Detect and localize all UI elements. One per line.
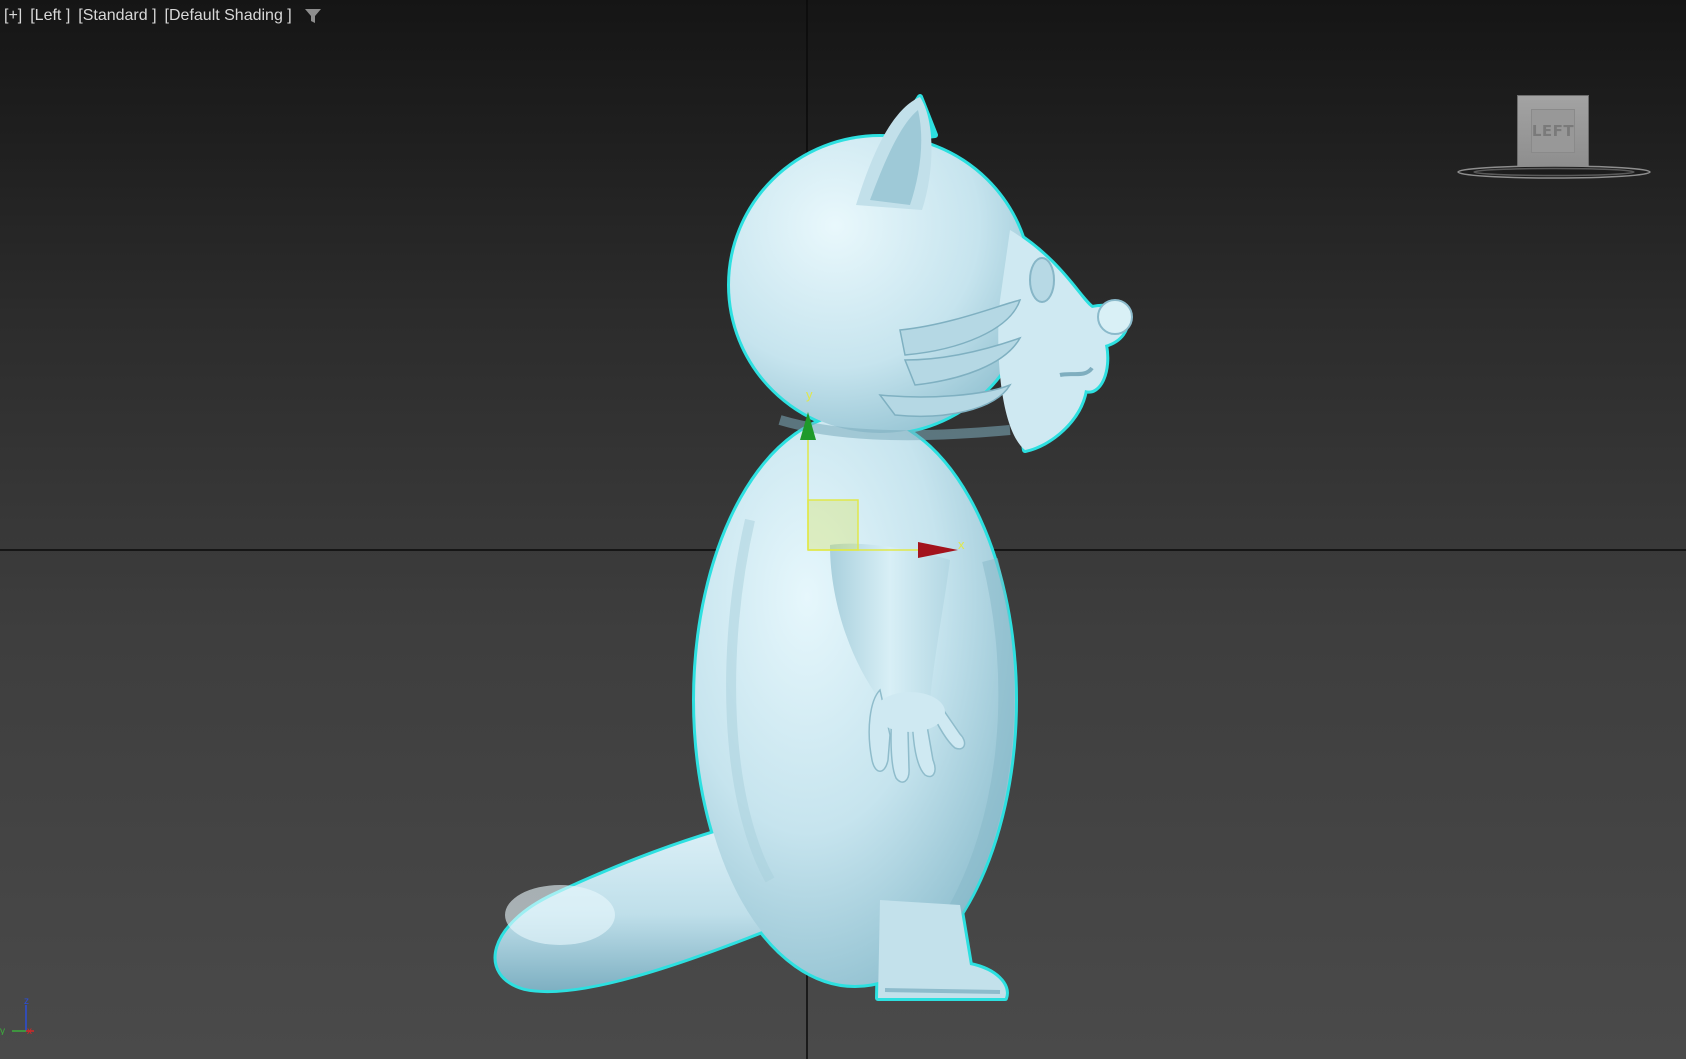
gizmo-x-label: x: [958, 537, 965, 552]
world-axis-x-label: x: [27, 1026, 32, 1035]
viewport-left[interactable]: [+] [Left ] [Standard ] [Default Shading…: [0, 0, 1686, 1059]
world-axis-y-label: y: [0, 1026, 5, 1035]
viewcube[interactable]: LEFT: [1452, 90, 1652, 190]
viewcube-face-label: LEFT: [1531, 122, 1575, 140]
eye: [1029, 257, 1055, 303]
viewport-shading-menu[interactable]: [Default Shading ]: [165, 7, 292, 25]
filter-icon[interactable]: [304, 7, 322, 25]
foot: [878, 900, 1006, 998]
viewport-view-menu[interactable]: [Left ]: [30, 7, 70, 25]
gizmo-y-label: y: [806, 387, 813, 402]
viewcube-face-inner: LEFT: [1531, 109, 1575, 153]
viewport-mode-menu[interactable]: [Standard ]: [78, 7, 156, 25]
nose: [1097, 299, 1133, 335]
world-axis-z-label: z: [24, 996, 29, 1007]
viewport-label-menu: [+] [Left ] [Standard ] [Default Shading…: [4, 5, 322, 27]
viewport-general-menu[interactable]: [+]: [4, 7, 22, 25]
scene-canvas[interactable]: y x: [0, 0, 1686, 1059]
viewcube-face-left[interactable]: LEFT: [1517, 95, 1589, 167]
gizmo-xy-plane[interactable]: [807, 499, 859, 551]
viewcube-compass-ring[interactable]: [1456, 164, 1652, 180]
world-axis-tripod: z y x: [0, 996, 34, 1035]
